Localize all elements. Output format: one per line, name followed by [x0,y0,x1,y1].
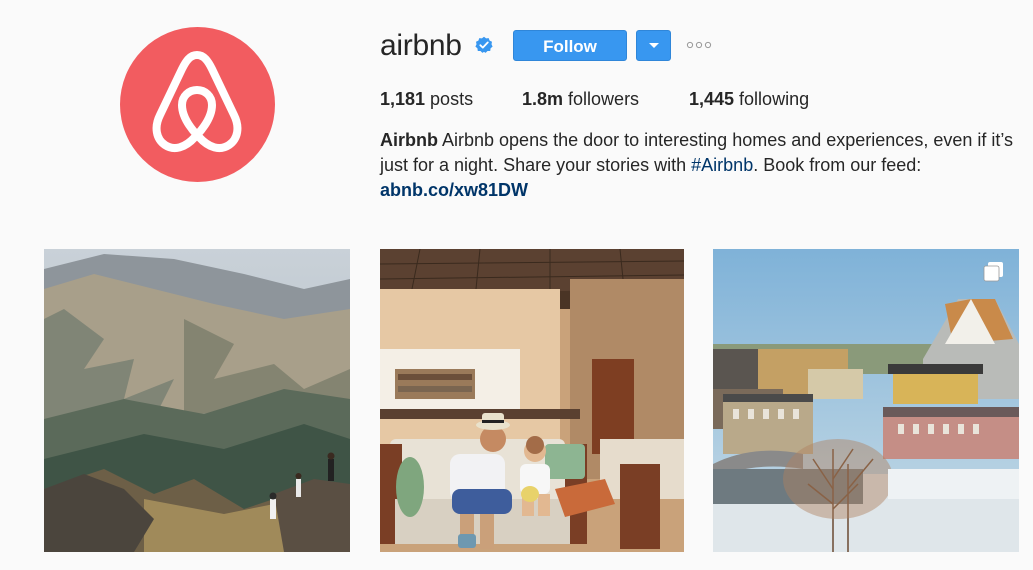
bio-hashtag-link[interactable]: #Airbnb [691,155,753,175]
more-options-icon[interactable] [686,38,714,52]
chevron-down-icon [649,43,659,48]
profile-username: airbnb [380,29,462,62]
multiple-photos-icon [983,262,1003,282]
profile-bio: Airbnb Airbnb opens the door to interest… [380,128,1020,203]
posts-label: posts [425,89,474,109]
suggestions-dropdown-button[interactable] [636,30,671,61]
posts-stat: 1,181 posts [380,87,473,111]
verified-badge-icon [475,36,493,53]
follow-button[interactable]: Follow [513,30,627,61]
following-count: 1,445 [689,89,735,109]
following-stat[interactable]: 1,445 following [689,87,809,111]
bio-website-link[interactable]: abnb.co/xw81DW [380,180,528,200]
followers-stat[interactable]: 1.8m followers [522,87,639,111]
posts-count: 1,181 [380,89,426,109]
airbnb-logo-icon [152,51,242,153]
bio-full-name: Airbnb [380,130,438,150]
bio-text-part-2: . Book from our feed: [753,155,922,175]
followers-count: 1.8m [522,89,564,109]
post-thumbnail-living-room[interactable] [380,249,684,552]
profile-avatar[interactable] [120,27,275,182]
mountain-hikers-image [44,249,350,552]
post-thumbnail-mountains[interactable] [44,249,350,552]
post-thumbnail-riverside-town[interactable] [713,249,1019,552]
followers-label: followers [563,89,640,109]
riverside-town-image [713,249,1019,552]
following-label: following [734,89,810,109]
father-son-living-room-image [380,249,684,552]
